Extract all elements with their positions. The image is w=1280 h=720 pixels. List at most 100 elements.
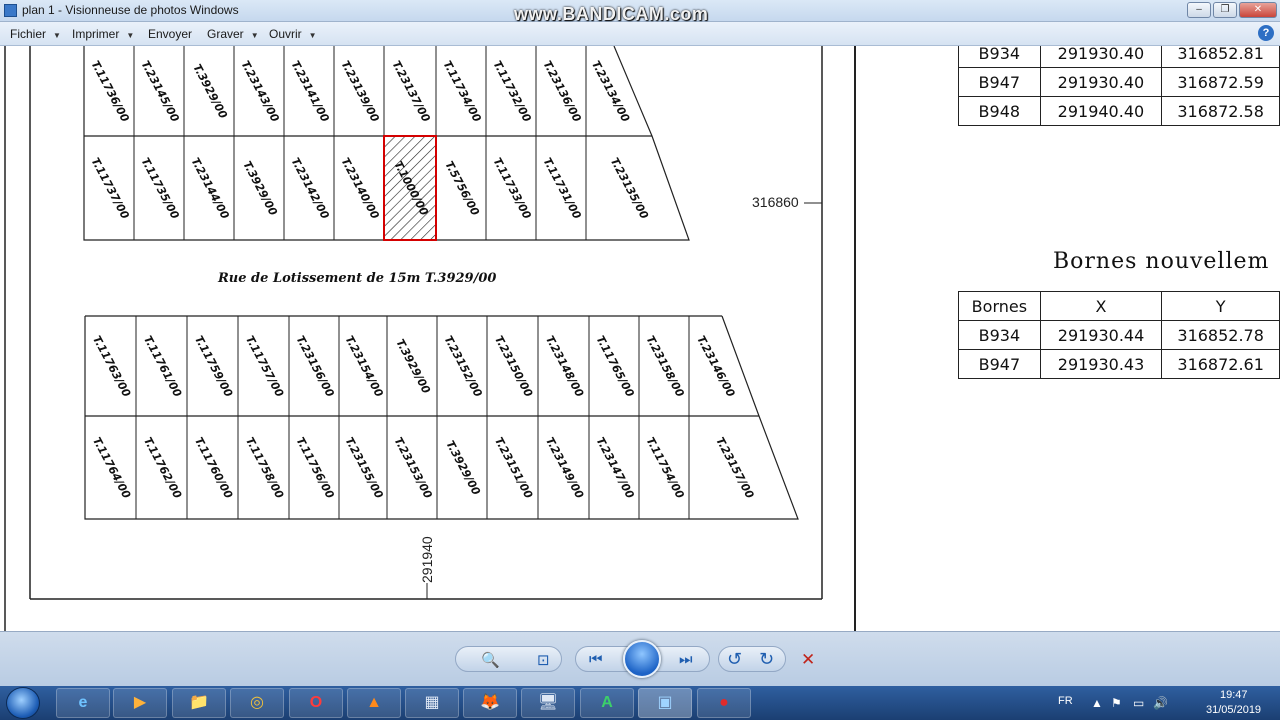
table-row: B934 291930.40 316852.81 (958, 46, 1280, 68)
internet-explorer-icon[interactable]: e (56, 688, 110, 718)
table-row: B934 291930.44 316852.78 (958, 320, 1280, 350)
window-title: plan 1 - Visionneuse de photos Windows (22, 3, 239, 17)
chevron-down-icon: ▼ (250, 31, 259, 40)
parcel-label: T.23149/00 (543, 435, 586, 501)
parcel-label: T.11735/00 (139, 156, 182, 222)
clock-time[interactable]: 19:47 (1220, 689, 1248, 701)
parcel-label: T.11731/00 (541, 156, 584, 222)
parcel-label: T.23158/00 (644, 334, 687, 400)
table-cell: 291940.40 (1039, 96, 1163, 126)
coord-x-label: 291940 (419, 536, 435, 583)
zoom-icon[interactable]: 🔍 (481, 651, 500, 669)
table-cell: B934 (958, 320, 1041, 350)
parcel-label: T.11754/00 (644, 435, 687, 501)
table-cell: 291930.40 (1039, 46, 1163, 68)
parcel-label: T.3929/00 (190, 62, 230, 121)
photo-viewer-task-icon[interactable]: ▣ (638, 688, 692, 718)
file-explorer-icon[interactable]: 📁 (172, 688, 226, 718)
parcel-block-south: T.11763/00 T.11761/00 T.11759/00 T.11757/00… (84, 315, 799, 520)
parcel-label: T.11757/00 (243, 334, 286, 400)
table-cell: 291930.44 (1039, 320, 1163, 350)
opera-icon[interactable]: O (289, 688, 343, 718)
parcel-label: T.11759/00 (192, 334, 235, 400)
delete-icon[interactable]: ✕ (801, 650, 815, 670)
parcel-label: T.23154/00 (343, 334, 386, 400)
help-icon[interactable]: ? (1258, 25, 1274, 41)
maximize-button[interactable]: ❐ (1213, 2, 1237, 18)
parcel-block-north: T.11736/00 T.23145/00 T.3929/00 T.23143/00 T… (83, 46, 690, 241)
chevron-down-icon: ▼ (308, 31, 317, 40)
slideshow-button[interactable] (623, 640, 661, 678)
menu-label: Graver (207, 27, 244, 41)
parcel-label: T.23152/00 (442, 334, 485, 400)
close-button[interactable]: ✕ (1239, 2, 1277, 18)
computer-icon[interactable]: 🖥 (521, 688, 575, 718)
parcel-label: T.23153/00 (392, 435, 435, 501)
parcel-label: T.23134/00 (589, 59, 632, 125)
table-cell: 291930.43 (1039, 349, 1163, 379)
menu-envoyer[interactable]: Envoyer (148, 27, 192, 41)
rotate-right-icon[interactable]: ↻ (759, 649, 774, 670)
table-cell: 316872.59 (1161, 67, 1280, 97)
parcel-label: T.23150/00 (492, 334, 535, 400)
coord-y-label: 316860 (752, 194, 799, 210)
table-cell: 291930.40 (1039, 67, 1163, 97)
image-viewer[interactable]: T.11736/00 T.23145/00 T.3929/00 T.23143/00 T… (0, 46, 1280, 631)
parcel-label: T.23136/00 (541, 59, 584, 125)
table-row: B948 291940.40 316872.58 (958, 96, 1280, 126)
parcel-label: T.11734/00 (441, 59, 484, 125)
street-label: Rue de Lotissement de 15m T.3929/00 (217, 271, 496, 286)
control-panel-icon[interactable]: ▦ (405, 688, 459, 718)
title-bar: plan 1 - Visionneuse de photos Windows w… (0, 0, 1280, 24)
previous-icon[interactable]: ⏮ (589, 651, 603, 668)
vlc-icon[interactable]: ▲ (347, 688, 401, 718)
parcel-label: T.11736/00 (89, 59, 132, 125)
language-indicator[interactable]: FR (1058, 695, 1073, 707)
menu-graver[interactable]: Graver ▼ (207, 27, 259, 41)
column-header: X (1039, 291, 1163, 321)
parcel-label: T.11760/00 (192, 435, 235, 501)
chevron-down-icon: ▼ (126, 31, 135, 40)
menu-label: Fichier (10, 27, 47, 41)
menu-fichier[interactable]: Fichier ▼ (10, 27, 61, 41)
parcel-label: T.3929/00 (443, 438, 483, 497)
parcel-label: T.23148/00 (543, 334, 586, 400)
table-cell: 316852.78 (1161, 320, 1280, 350)
table-cell: 316852.81 (1161, 46, 1280, 68)
chrome-icon[interactable]: ◎ (230, 688, 284, 718)
parcel-label: T.11762/00 (141, 435, 184, 501)
fit-window-icon[interactable]: ⊡ (537, 651, 550, 669)
minimize-button[interactable]: – (1187, 2, 1211, 18)
rotate-left-icon[interactable]: ↺ (727, 649, 742, 670)
parcel-label: T.23146/00 (694, 334, 737, 400)
firefox-icon[interactable]: 🦊 (463, 688, 517, 718)
media-player-icon[interactable]: ▶ (113, 688, 167, 718)
start-button[interactable] (6, 687, 40, 719)
autocad-icon[interactable]: A (580, 688, 634, 718)
next-icon[interactable]: ⏭ (679, 651, 693, 668)
parcel-label: T.23140/00 (339, 156, 382, 222)
volume-icon[interactable]: 🔊 (1153, 696, 1168, 710)
table-row: B947 291930.40 316872.59 (958, 67, 1280, 97)
menu-ouvrir[interactable]: Ouvrir ▼ (269, 27, 317, 41)
parcel-label: T.23147/00 (594, 435, 637, 501)
menu-imprimer[interactable]: Imprimer ▼ (72, 27, 134, 41)
column-header: Y (1161, 291, 1280, 321)
parcel-label: T.3929/00 (240, 159, 280, 218)
parcel-label: T.11761/00 (141, 334, 184, 400)
network-icon[interactable]: ▭ (1133, 696, 1144, 710)
clock-date[interactable]: 31/05/2019 (1206, 704, 1261, 716)
table-row: B947 291930.43 316872.61 (958, 349, 1280, 379)
parcel-label: T.11733/00 (491, 156, 534, 222)
bandicam-icon[interactable]: ● (697, 688, 751, 718)
parcel-label: T.3929/00 (393, 337, 433, 396)
parcel-label: T.11732/00 (491, 59, 534, 125)
show-hidden-icons-icon[interactable]: ▲ (1091, 696, 1103, 710)
parcel-label: T.23144/00 (189, 156, 232, 222)
parcel-label: T.5756/00 (442, 159, 482, 218)
table-cell: B934 (958, 46, 1041, 68)
action-center-icon[interactable]: ⚑ (1111, 696, 1122, 710)
parcel-label: T.23143/00 (239, 59, 282, 125)
menu-label: Ouvrir (269, 27, 302, 41)
parcel-label: T.23142/00 (289, 156, 332, 222)
